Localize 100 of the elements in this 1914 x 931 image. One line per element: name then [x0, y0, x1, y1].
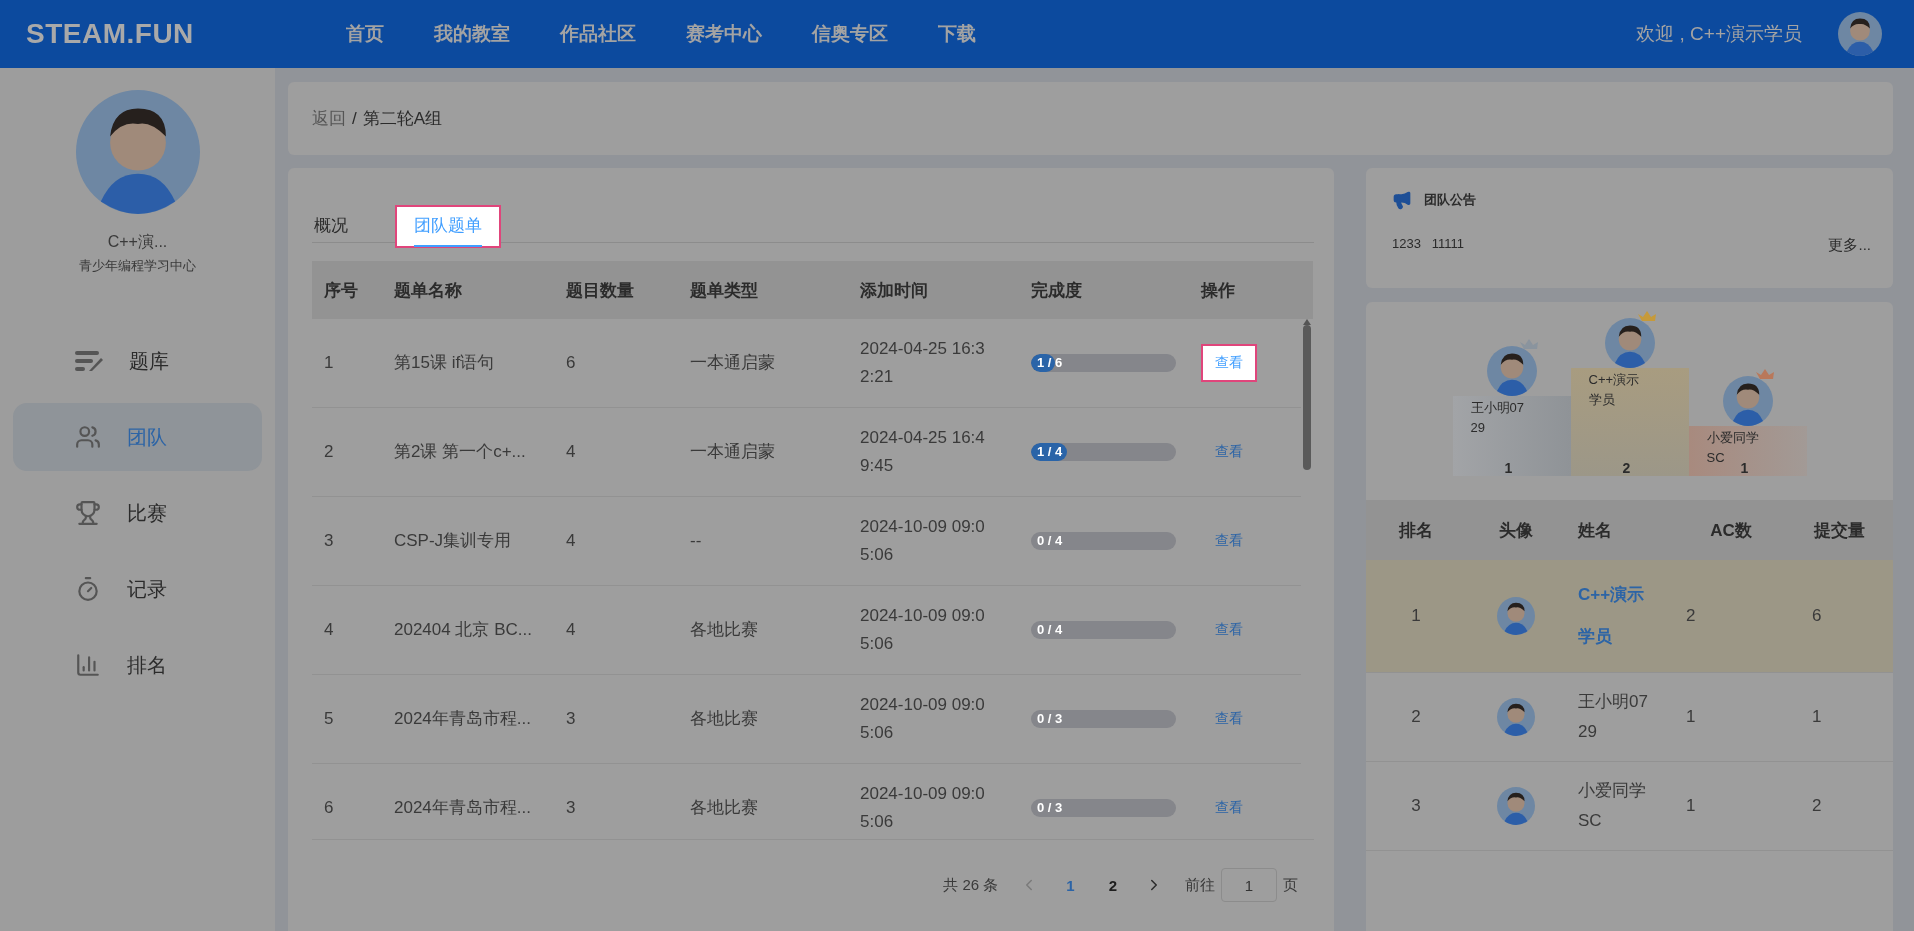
table-cell-text: 2 [1685, 606, 1697, 626]
back-link[interactable]: 返回 [312, 107, 346, 130]
table-cell-text: 一本通启蒙 [690, 352, 776, 374]
announcement-text: 1233 11111 [1392, 236, 1465, 253]
table-cell-text: 1 [1811, 707, 1823, 727]
table-cell-text: 第15课 if语句 [394, 352, 496, 374]
column-header: 头像 [1498, 519, 1534, 542]
table-cell-text: 6 [566, 352, 577, 374]
avatar [1497, 698, 1535, 736]
nav-link[interactable]: 下载 [938, 21, 976, 47]
view-link[interactable]: 查看 [1201, 344, 1257, 382]
table-cell-text: 小爱同学SC [1578, 780, 1647, 832]
table-cell-text: 2024年青岛市程... [394, 797, 532, 819]
nav-link[interactable]: 赛考中心 [686, 21, 762, 47]
table-cell-text: 1 [1410, 606, 1422, 626]
table-cell-text: 2024-04-25 16:49:45 [860, 427, 986, 477]
column-header: 题单类型 [690, 279, 759, 302]
view-link[interactable]: 查看 [1201, 611, 1257, 649]
table-cell-text: 6 [1811, 606, 1823, 626]
sidebar-item[interactable]: 比赛 [13, 479, 262, 547]
avatar [1486, 346, 1537, 396]
page-input[interactable]: 1 [1221, 868, 1277, 902]
scroll-up-arrow-icon[interactable] [1303, 319, 1311, 325]
total-count: 共 26 条 [943, 875, 999, 895]
view-link[interactable]: 查看 [1201, 433, 1257, 471]
table-cell-text: 2024-04-25 16:32:21 [860, 338, 986, 388]
table-cell-text: 6 [324, 797, 335, 819]
column-header: 题单名称 [394, 279, 463, 302]
table-cell-text: C++演示学员 [1578, 584, 1646, 648]
sidebar-item[interactable]: 记录 [13, 555, 262, 623]
table-cell-text: 2024-10-09 09:05:06 [860, 783, 986, 833]
progress-label: 0 / 3 [1037, 710, 1063, 728]
table-cell-text: 3 [566, 797, 577, 819]
nav-link[interactable]: 首页 [346, 21, 384, 47]
table-cell-text: 2024-10-09 09:05:06 [860, 605, 986, 655]
table-cell-text: 4 [566, 619, 577, 641]
sidebar-item[interactable]: 题库 [13, 327, 262, 395]
column-header: 添加时间 [860, 279, 929, 302]
table-cell-text: 2 [1410, 707, 1422, 727]
column-header: AC数 [1709, 519, 1753, 542]
table-cell-text: 2024-10-09 09:05:06 [860, 516, 986, 566]
table-cell-text: 王小明0729 [1578, 691, 1649, 743]
column-header: 序号 [324, 279, 359, 302]
avatar [1497, 787, 1535, 825]
table-cell-text: -- [690, 530, 703, 552]
nav-link[interactable]: 作品社区 [560, 21, 636, 47]
tab[interactable]: 概况 [312, 205, 367, 248]
tab[interactable]: 团队题单 [395, 205, 501, 248]
table-cell-text: 202404 北京 BC... [394, 619, 533, 641]
organization-name: 青少年编程学习中心 [79, 257, 196, 275]
sidebar-item[interactable]: 团队 [13, 403, 262, 471]
user-name: C++演... [107, 232, 168, 252]
more-link[interactable]: 更多... [1828, 236, 1871, 255]
page-suffix: 页 [1283, 875, 1298, 895]
avatar [1838, 12, 1882, 56]
table-cell-text: 2024年青岛市程... [394, 708, 532, 730]
sidebar-item[interactable]: 排名 [13, 631, 262, 699]
table-cell-text: 3 [566, 708, 577, 730]
podium-count: 1 [1740, 460, 1749, 476]
podium-count: 1 [1504, 460, 1513, 476]
table-cell-text: 5 [324, 708, 335, 730]
progress-label: 0 / 4 [1037, 621, 1063, 639]
podium-name: 王小明0729 [1470, 399, 1525, 437]
progress-label: 0 / 4 [1037, 532, 1063, 550]
view-link[interactable]: 查看 [1201, 700, 1257, 738]
column-header: 完成度 [1031, 279, 1083, 302]
welcome-text: 欢迎 , C++演示学员 [1636, 22, 1802, 46]
table-cell-text: 2 [324, 441, 335, 463]
table-cell-text: 2 [1811, 796, 1823, 816]
trophy-icon [75, 500, 101, 526]
bar-chart-icon [75, 652, 101, 678]
breadcrumb-separator: / [352, 108, 357, 129]
goto-label: 前往 [1185, 875, 1215, 895]
breadcrumb-current: 第二轮A组 [362, 108, 443, 130]
view-link[interactable]: 查看 [1201, 522, 1257, 560]
table-cell-text: 4 [566, 530, 577, 552]
table-cell-text: 1 [1685, 707, 1697, 727]
table-cell-text: 2024-10-09 09:05:06 [860, 694, 986, 744]
podium-count: 2 [1622, 460, 1631, 476]
timer-icon [75, 576, 101, 602]
nav-link[interactable]: 信奥专区 [812, 21, 888, 47]
view-link[interactable]: 查看 [1201, 789, 1257, 827]
scroll-thumb[interactable] [1303, 325, 1311, 470]
table-cell-text: 1 [1685, 796, 1697, 816]
avatar [1722, 376, 1773, 426]
page-number[interactable]: 1 [1060, 876, 1081, 894]
table-cell-text: 第2课 第一个c+... [394, 441, 527, 463]
table-cell-text: 一本通启蒙 [690, 441, 776, 463]
brand-logo[interactable]: STEAM.FUN [26, 18, 346, 50]
table-cell-text: CSP-J集训专用 [394, 530, 513, 552]
table-cell-text: 1 [324, 352, 335, 374]
page-number[interactable]: 2 [1102, 876, 1123, 894]
table-cell-text: 各地比赛 [690, 708, 759, 730]
column-header: 姓名 [1576, 519, 1613, 542]
column-header: 排名 [1397, 519, 1434, 542]
nav-link[interactable]: 我的教室 [434, 21, 510, 47]
podium-name: C++演示学员 [1588, 371, 1641, 409]
avatar [1497, 597, 1535, 635]
table-cell-text: 3 [1410, 796, 1422, 816]
progress-label: 1 / 6 [1037, 354, 1063, 372]
